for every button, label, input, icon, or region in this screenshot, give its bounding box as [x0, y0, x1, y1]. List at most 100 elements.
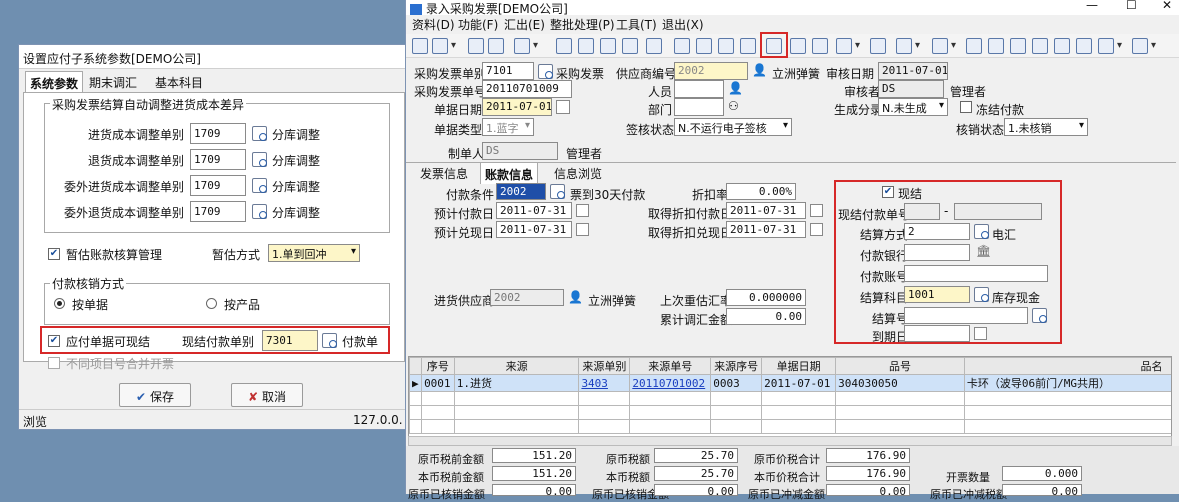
tab-invoice-info[interactable]: 发票信息	[416, 162, 472, 184]
freeze-checkbox[interactable]	[960, 101, 972, 113]
save-button[interactable]: ✔ 保存	[119, 383, 191, 407]
menu-exit[interactable]: 退出(X)	[662, 16, 704, 34]
calendar-icon[interactable]	[576, 204, 589, 217]
menu-batch[interactable]: 整批处理(P)	[550, 16, 615, 34]
inv-type-input[interactable]: 7101	[482, 62, 534, 80]
estimate-mode-select[interactable]: 1.单到回冲	[268, 244, 360, 262]
col-source-no[interactable]: 来源单号	[629, 357, 712, 375]
supplier-input[interactable]: 2002	[674, 62, 748, 80]
cell-item-name[interactable]: 卡环（波导06前门/MG共用）	[963, 374, 1171, 392]
pre-cash-input[interactable]: 2011-07-31	[496, 221, 572, 238]
account-input[interactable]	[904, 265, 1048, 282]
export-icon[interactable]	[1010, 38, 1026, 54]
bank-input[interactable]	[904, 244, 970, 261]
col-source-type[interactable]: 来源单别	[578, 357, 631, 375]
cell-seq[interactable]: 0001	[421, 374, 455, 392]
outsource-in-adjust-input[interactable]: 1709	[190, 175, 246, 196]
report-icon[interactable]	[966, 38, 982, 54]
subject-input[interactable]: 1001	[904, 286, 970, 303]
search-icon[interactable]	[252, 178, 267, 193]
void-icon[interactable]	[812, 38, 828, 54]
discount-input[interactable]: 0.00%	[726, 183, 796, 200]
settings-icon[interactable]	[932, 38, 956, 54]
inv-no-input[interactable]: 20110701009	[482, 80, 572, 98]
tab-system-params[interactable]: 系统参数	[25, 71, 84, 93]
col-item-name[interactable]: 品名	[963, 357, 1171, 375]
calendar-icon[interactable]	[810, 223, 823, 236]
menu-export[interactable]: 汇出(E)	[504, 16, 545, 34]
gift-icon[interactable]	[1076, 38, 1092, 54]
search-icon[interactable]	[252, 126, 267, 141]
radio-by-doc[interactable]	[54, 298, 65, 309]
more-icon[interactable]	[836, 38, 860, 54]
calendar-icon[interactable]	[576, 223, 589, 236]
search-icon[interactable]	[550, 184, 565, 199]
copy-icon[interactable]	[432, 38, 456, 54]
terms-input[interactable]: 2002	[496, 183, 546, 200]
method-input[interactable]: 2	[904, 223, 970, 240]
sign-select[interactable]: N.不运行电子签核	[674, 118, 792, 136]
options-icon[interactable]	[1132, 38, 1156, 54]
reval-input[interactable]: 0.000000	[726, 289, 806, 306]
print-icon[interactable]	[514, 38, 538, 54]
search-icon[interactable]	[252, 152, 267, 167]
date-input[interactable]: 2011-07-01	[482, 98, 552, 116]
col-item-no[interactable]: 品号	[835, 357, 965, 375]
col-doc-date[interactable]: 单据日期	[761, 357, 837, 375]
adj-input[interactable]: 0.00	[726, 308, 806, 325]
layout-icon[interactable]	[1098, 38, 1122, 54]
kind-select[interactable]: 1.蓝字	[482, 118, 534, 136]
table-row[interactable]	[409, 419, 1171, 434]
calendar-icon[interactable]	[556, 100, 570, 114]
unaudit-icon[interactable]	[790, 38, 806, 54]
merge-checkbox[interactable]	[48, 357, 60, 369]
person-input[interactable]	[674, 80, 724, 98]
col-source[interactable]: 来源	[453, 357, 580, 375]
last-icon[interactable]	[622, 38, 638, 54]
search-icon[interactable]	[538, 64, 553, 79]
cell-source-no[interactable]: 20110701002	[629, 374, 712, 392]
pre-pay-input[interactable]: 2011-07-31	[496, 202, 572, 219]
close-icon[interactable]: ✕	[1162, 0, 1172, 12]
radio-by-product[interactable]	[206, 298, 217, 309]
tab-info-browse[interactable]: 信息浏览	[550, 162, 606, 184]
cancel-icon[interactable]	[718, 38, 734, 54]
dept-input[interactable]	[674, 98, 724, 116]
gen-select[interactable]: N.未生成	[878, 98, 948, 116]
tab-period-end-adjust[interactable]: 期末调汇	[85, 71, 141, 93]
cancel-button[interactable]: ✘ 取消	[231, 383, 303, 407]
trash-icon[interactable]	[740, 38, 756, 54]
edit-icon[interactable]	[468, 38, 484, 54]
bank-icon[interactable]: 🏛	[976, 244, 991, 258]
maximize-icon[interactable]: ☐	[1126, 0, 1137, 12]
tab-account-info[interactable]: 账款信息	[480, 162, 539, 184]
menu-function[interactable]: 功能(F)	[458, 16, 498, 34]
table-row[interactable]: ▶ 0001 1.进货 3403 20110701002 0003 2011-0…	[409, 374, 1171, 392]
menu-data[interactable]: 资料(D)	[412, 16, 455, 34]
prev-icon[interactable]	[578, 38, 594, 54]
search-icon[interactable]	[974, 287, 989, 302]
due-input[interactable]	[904, 325, 970, 342]
cell-source-type[interactable]: 3403	[578, 374, 631, 392]
calendar-icon[interactable]	[810, 204, 823, 217]
detail-grid[interactable]: 序号 来源 来源单别 来源单号 来源序号 单据日期 品号 品名 ▶ 0001 1…	[408, 356, 1172, 444]
tab-base-subjects[interactable]: 基本科目	[151, 71, 207, 93]
table-row[interactable]	[409, 405, 1171, 420]
calc-icon[interactable]	[1032, 38, 1048, 54]
table-row[interactable]	[409, 391, 1171, 406]
outsource-out-adjust-input[interactable]: 1709	[190, 201, 246, 222]
delete-icon[interactable]	[488, 38, 504, 54]
query-icon[interactable]	[646, 38, 662, 54]
menu-tools[interactable]: 工具(T)	[616, 16, 657, 34]
confirm-icon[interactable]	[696, 38, 712, 54]
search-icon[interactable]	[974, 224, 989, 239]
person-icon[interactable]: 👤	[728, 81, 743, 95]
attach-icon[interactable]	[870, 38, 886, 54]
cell-doc-date[interactable]: 2011-07-01	[761, 374, 837, 392]
minimize-icon[interactable]: —	[1086, 0, 1098, 12]
save-icon[interactable]	[674, 38, 690, 54]
cash-checkbox[interactable]	[882, 186, 894, 198]
link-icon[interactable]	[896, 38, 920, 54]
verify-select[interactable]: 1.未核销	[1004, 118, 1088, 136]
search-icon[interactable]	[1032, 308, 1047, 323]
